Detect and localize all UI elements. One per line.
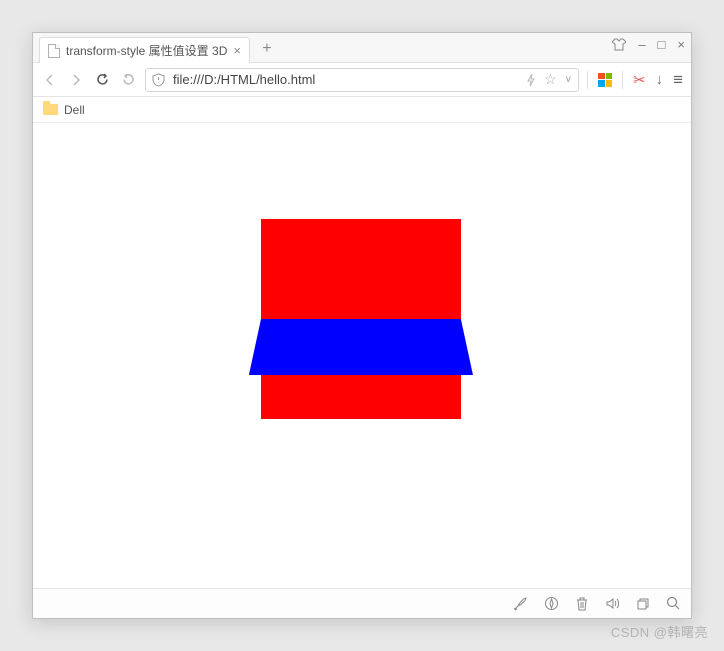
address-right: ☆ ∨ bbox=[526, 71, 572, 88]
microsoft-logo-icon[interactable] bbox=[598, 73, 612, 87]
shield-icon bbox=[152, 73, 165, 87]
file-icon bbox=[48, 44, 60, 58]
new-tab-button[interactable]: + bbox=[254, 36, 280, 62]
url-input[interactable] bbox=[171, 71, 520, 88]
address-bar[interactable]: ☆ ∨ bbox=[145, 68, 579, 92]
close-button[interactable]: × bbox=[677, 37, 685, 52]
rocket-icon[interactable] bbox=[513, 596, 528, 611]
dropdown-icon[interactable]: ∨ bbox=[565, 74, 572, 85]
separator bbox=[622, 71, 623, 89]
page-viewport bbox=[33, 123, 691, 588]
scissors-icon[interactable]: ✂ bbox=[633, 71, 646, 89]
sound-icon[interactable] bbox=[605, 596, 620, 611]
reload-button[interactable] bbox=[93, 71, 111, 89]
bookmark-item-dell[interactable]: Dell bbox=[64, 103, 85, 117]
bookmarks-bar: Dell bbox=[33, 97, 691, 123]
restore-icon[interactable] bbox=[636, 597, 650, 611]
tab-title: transform-style 属性值设置 3D bbox=[66, 42, 227, 59]
favorite-icon[interactable]: ☆ bbox=[544, 71, 557, 88]
skin-icon[interactable] bbox=[612, 38, 626, 51]
address-bar-row: ☆ ∨ ✂ ↓ ≡ bbox=[33, 63, 691, 97]
undo-button[interactable] bbox=[119, 71, 137, 89]
compass-icon[interactable] bbox=[544, 596, 559, 611]
trash-icon[interactable] bbox=[575, 596, 589, 611]
status-bar bbox=[33, 588, 691, 618]
separator bbox=[587, 71, 588, 89]
download-icon[interactable]: ↓ bbox=[656, 71, 664, 88]
red-box bbox=[261, 219, 461, 419]
toolbar-right: ✂ ↓ ≡ bbox=[587, 70, 683, 90]
tab-strip: transform-style 属性值设置 3D × + – □ × bbox=[33, 33, 691, 63]
demo-stage bbox=[261, 219, 461, 419]
bolt-icon[interactable] bbox=[526, 73, 536, 87]
minimize-button[interactable]: – bbox=[638, 37, 645, 52]
folder-icon bbox=[43, 104, 58, 115]
window-controls: – □ × bbox=[612, 37, 685, 52]
search-icon[interactable] bbox=[666, 596, 681, 611]
menu-icon[interactable]: ≡ bbox=[673, 70, 683, 90]
back-button[interactable] bbox=[41, 71, 59, 89]
browser-tab[interactable]: transform-style 属性值设置 3D × bbox=[39, 37, 250, 63]
watermark: CSDN @韩曙亮 bbox=[611, 622, 708, 641]
forward-button[interactable] bbox=[67, 71, 85, 89]
tab-close-icon[interactable]: × bbox=[233, 44, 241, 57]
maximize-button[interactable]: □ bbox=[658, 37, 666, 52]
browser-window: transform-style 属性值设置 3D × + – □ × bbox=[32, 32, 692, 619]
blue-box bbox=[249, 319, 473, 375]
